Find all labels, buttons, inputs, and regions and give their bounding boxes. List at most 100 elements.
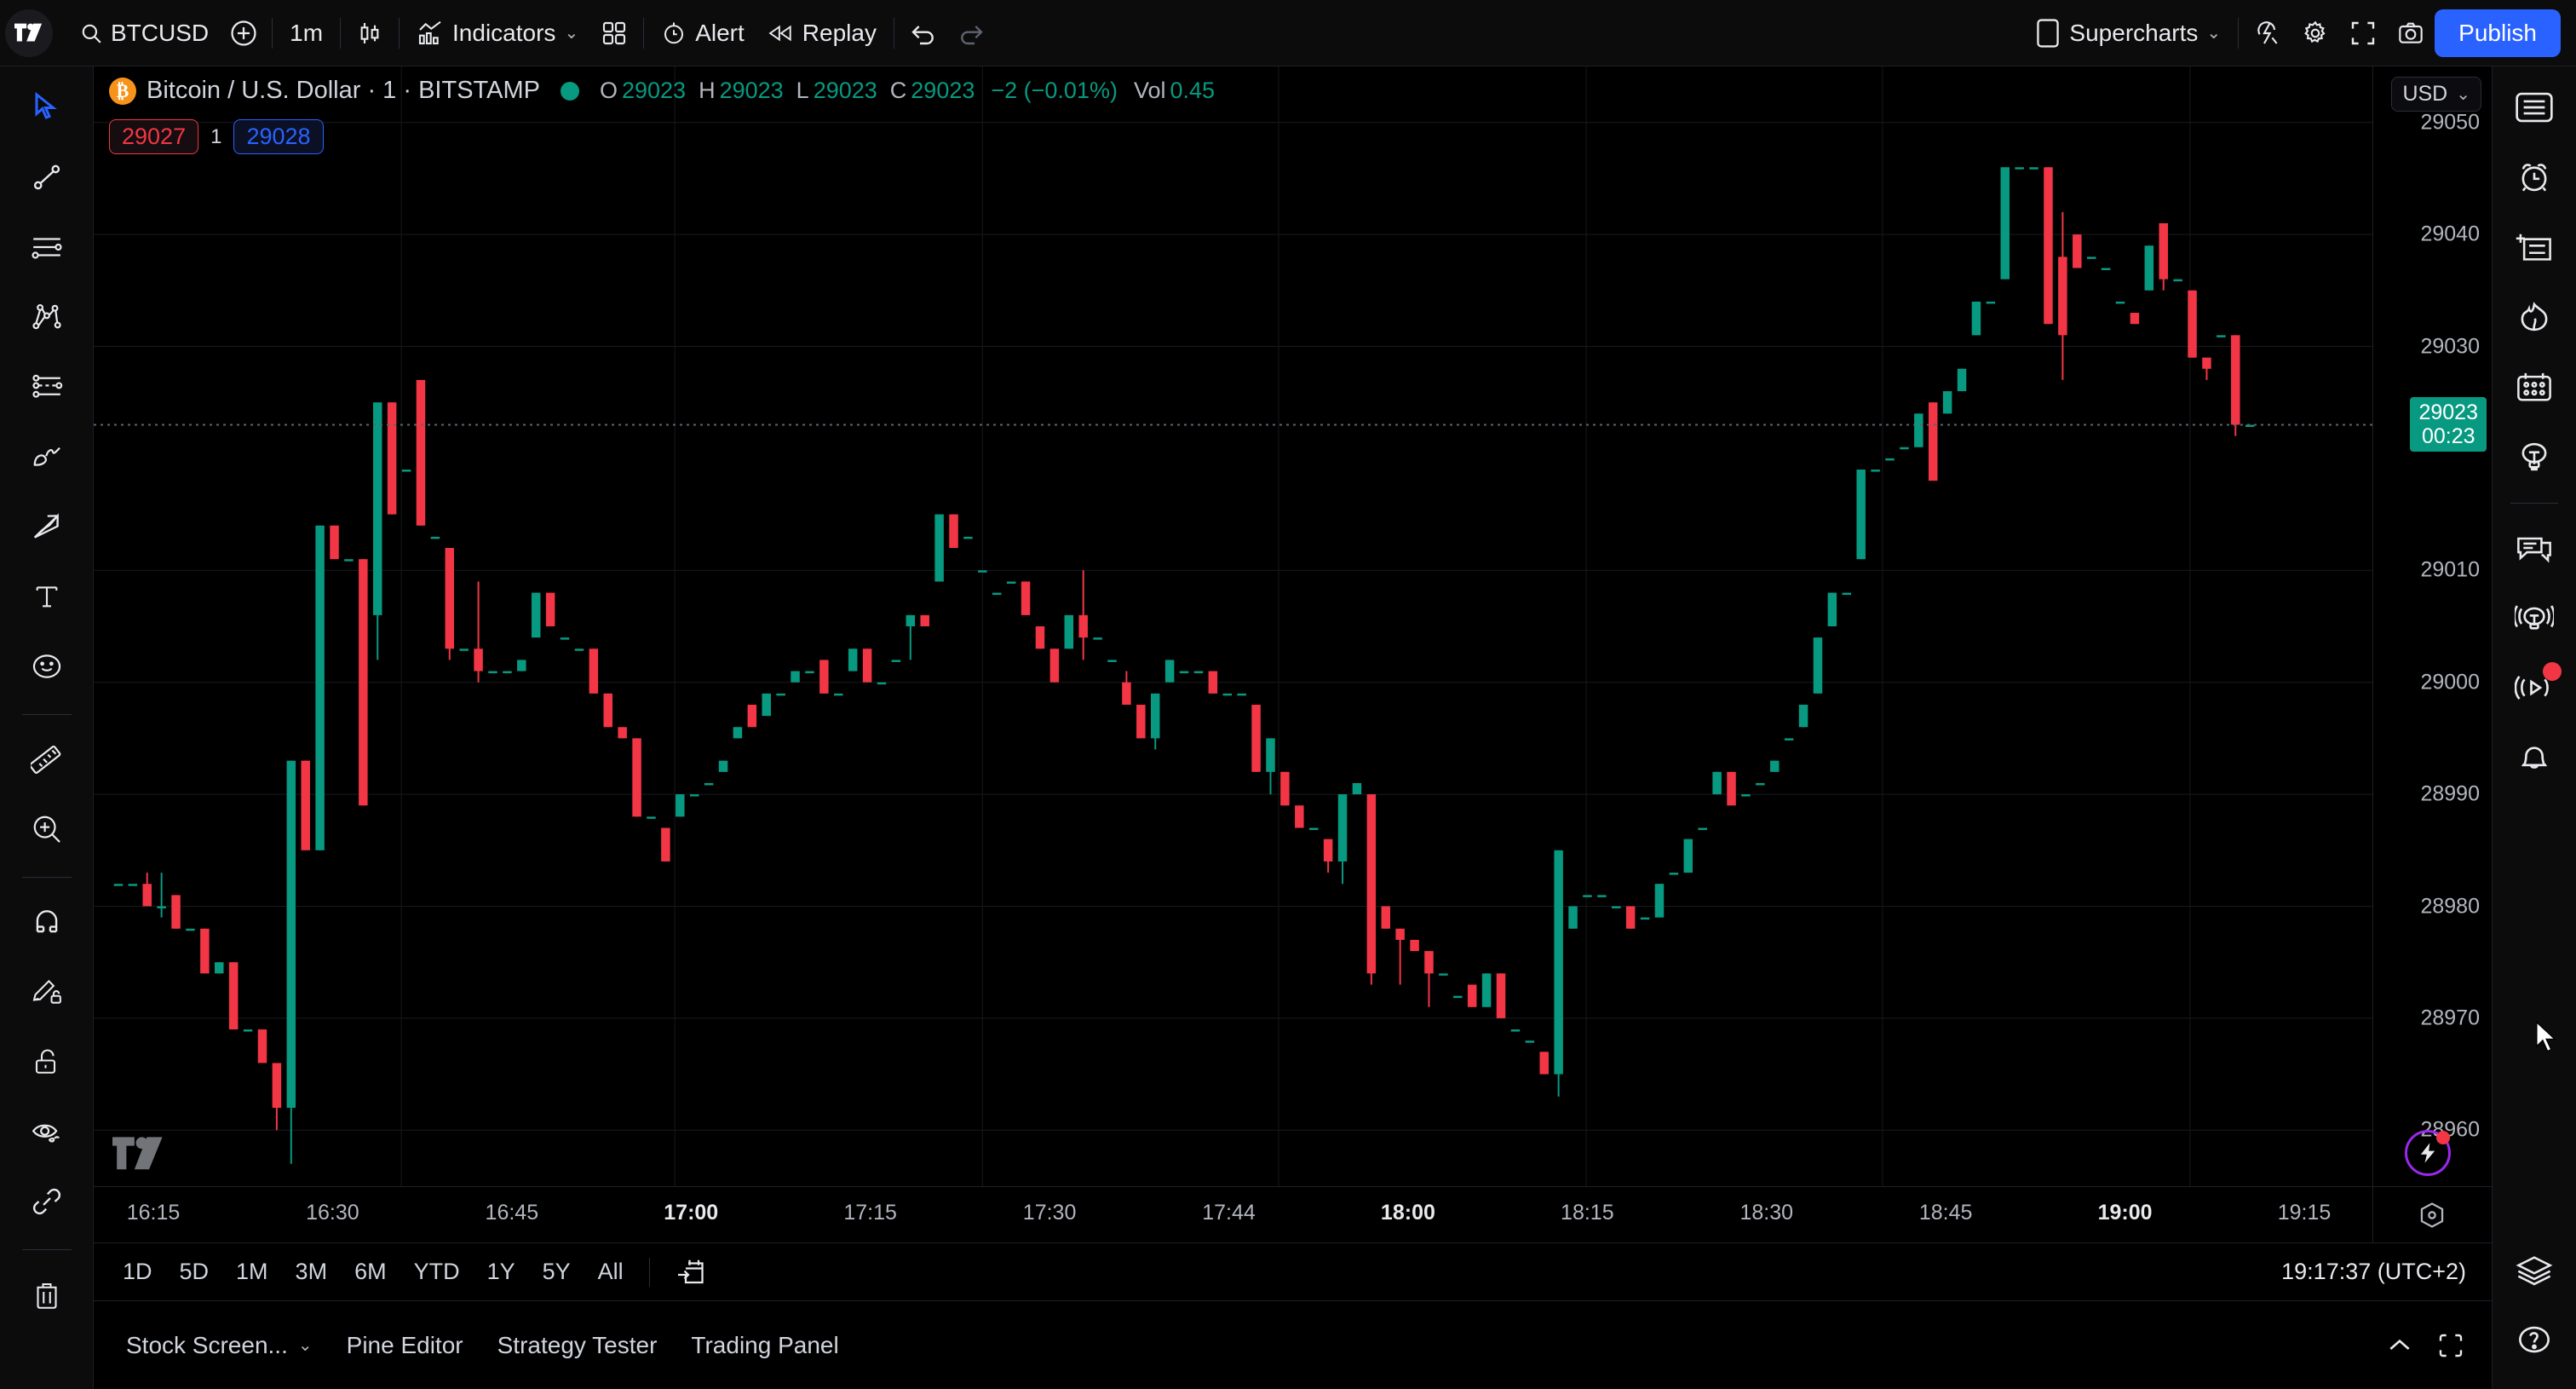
quick-actions-button[interactable]: [2244, 9, 2291, 57]
alert-button[interactable]: Alert: [649, 9, 756, 57]
range-1m[interactable]: 1M: [222, 1254, 282, 1290]
range-5d[interactable]: 5D: [166, 1254, 223, 1290]
tab-stock-screener[interactable]: Stock Screen... ⌄: [109, 1323, 330, 1368]
magnet-tool[interactable]: [16, 891, 78, 953]
brush-tool[interactable]: [16, 426, 78, 487]
text-icon: [32, 582, 61, 611]
tab-strategy-tester[interactable]: Strategy Tester: [480, 1323, 675, 1368]
time-tick: 18:15: [1561, 1201, 1614, 1225]
watchlist-button[interactable]: [2505, 78, 2563, 136]
hexagon-settings-icon: [2418, 1201, 2447, 1230]
notifications-button[interactable]: [2505, 729, 2563, 787]
zoom-in-tool[interactable]: [16, 798, 78, 860]
time-tick: 18:30: [1739, 1201, 1793, 1225]
zoom-in-icon: [31, 813, 63, 845]
arrow-marker-tool[interactable]: [16, 496, 78, 557]
close-value: 29023: [911, 78, 975, 104]
settings-button[interactable]: [2291, 9, 2339, 57]
maximize-panel-button[interactable]: [2425, 1320, 2476, 1371]
replay-button[interactable]: Replay: [756, 9, 888, 57]
interval-button[interactable]: 1m: [278, 9, 335, 57]
tradingview-logo-button[interactable]: [5, 9, 53, 57]
emoji-tool[interactable]: [16, 636, 78, 697]
layout-selector-button[interactable]: Supercharts ⌄: [2023, 9, 2233, 57]
snapshot-button[interactable]: [2387, 9, 2435, 57]
drawing-mode-tool[interactable]: [16, 961, 78, 1023]
calendar-button[interactable]: [2505, 358, 2563, 416]
range-1y[interactable]: 1Y: [474, 1254, 529, 1290]
time-scale[interactable]: 16:1516:3016:4517:0017:1517:3017:4418:00…: [94, 1186, 2372, 1242]
range-all[interactable]: All: [584, 1254, 637, 1290]
chevron-down-icon: ⌄: [564, 22, 578, 43]
object-tree-button[interactable]: [2505, 1241, 2563, 1299]
remove-drawings-tool[interactable]: [16, 1264, 78, 1325]
indicators-icon: [417, 20, 444, 47]
time-tick: 17:15: [843, 1201, 897, 1225]
time-tick: 17:44: [1202, 1201, 1256, 1225]
publish-button[interactable]: Publish: [2435, 9, 2561, 57]
candlestick-plot[interactable]: [94, 66, 2372, 1186]
fullscreen-button[interactable]: [2339, 9, 2387, 57]
lock-drawings-tool[interactable]: [16, 1031, 78, 1092]
chart-clock[interactable]: 19:17:37 (UTC+2): [2281, 1259, 2476, 1285]
range-ytd[interactable]: YTD: [400, 1254, 474, 1290]
tab-pine-editor[interactable]: Pine Editor: [330, 1323, 480, 1368]
bid-badge[interactable]: 29027: [109, 119, 198, 154]
data-window-button[interactable]: [2505, 218, 2563, 276]
depth-row: 29027 1 29028: [109, 119, 324, 154]
alerts-button[interactable]: [2505, 148, 2563, 206]
tab-trading-panel[interactable]: Trading Panel: [674, 1323, 855, 1368]
horizontal-lines-tool[interactable]: [16, 216, 78, 278]
lightning-bolt-icon: [2416, 1141, 2440, 1165]
chat-icon: [2516, 531, 2553, 565]
chevron-down-icon: ⌄: [298, 1334, 313, 1356]
hotlist-button[interactable]: [2505, 288, 2563, 346]
trend-line-tool[interactable]: [16, 147, 78, 208]
help-button[interactable]: [2505, 1311, 2563, 1369]
pitchfork-tool[interactable]: [16, 286, 78, 348]
measure-tool[interactable]: [16, 729, 78, 790]
symbol-title[interactable]: Bitcoin / U.S. Dollar · 1 · BITSTAMP: [147, 77, 540, 105]
left-divider-3: [22, 1249, 72, 1250]
depth-qty: 1: [210, 125, 221, 149]
bitcoin-icon: ₿: [109, 78, 136, 105]
fib-retracement-icon: [31, 371, 63, 403]
text-tool[interactable]: [16, 566, 78, 627]
streams-button[interactable]: [2505, 659, 2563, 717]
volume-value: 0.45: [1170, 78, 1216, 104]
chat-button[interactable]: [2505, 519, 2563, 577]
timescale-settings-button[interactable]: [2372, 1186, 2492, 1242]
chart-type-button[interactable]: [346, 9, 394, 57]
cursor-tool[interactable]: [16, 77, 78, 138]
symbol-search-button[interactable]: BTCUSD: [68, 9, 221, 57]
collapse-panel-button[interactable]: [2374, 1320, 2425, 1371]
quick-insights-button[interactable]: [2405, 1130, 2451, 1176]
add-symbol-button[interactable]: [221, 9, 267, 57]
replay-icon: [768, 22, 794, 44]
left-divider-2: [22, 877, 72, 878]
redo-button[interactable]: [947, 9, 995, 57]
range-6m[interactable]: 6M: [341, 1254, 400, 1290]
range-3m[interactable]: 3M: [282, 1254, 342, 1290]
open-label: O: [600, 78, 618, 104]
price-tick: 29030: [2420, 334, 2480, 359]
undo-button[interactable]: [900, 9, 947, 57]
price-tick: 29040: [2420, 222, 2480, 247]
time-tick: 18:00: [1381, 1201, 1435, 1225]
ask-badge[interactable]: 29028: [233, 119, 323, 154]
range-5y[interactable]: 5Y: [529, 1254, 584, 1290]
sync-drawings-tool[interactable]: [16, 1171, 78, 1232]
indicators-button[interactable]: Indicators ⌄: [405, 9, 590, 57]
hide-drawings-tool[interactable]: [16, 1101, 78, 1162]
chevron-down-icon: ⌄: [2456, 84, 2470, 105]
ideas-button[interactable]: [2505, 428, 2563, 486]
currency-selector[interactable]: USD ⌄: [2391, 77, 2481, 112]
plus-circle-icon: [229, 19, 258, 48]
fib-retracement-tool[interactable]: [16, 356, 78, 418]
ideas-stream-button[interactable]: [2505, 589, 2563, 647]
chart-area[interactable]: ₿ Bitcoin / U.S. Dollar · 1 · BITSTAMP O…: [94, 66, 2492, 1242]
go-to-date-button[interactable]: [662, 1252, 720, 1293]
range-1d[interactable]: 1D: [109, 1254, 166, 1290]
price-scale[interactable]: 2905029040290302901029000289902898028970…: [2372, 66, 2492, 1242]
templates-button[interactable]: [590, 9, 638, 57]
